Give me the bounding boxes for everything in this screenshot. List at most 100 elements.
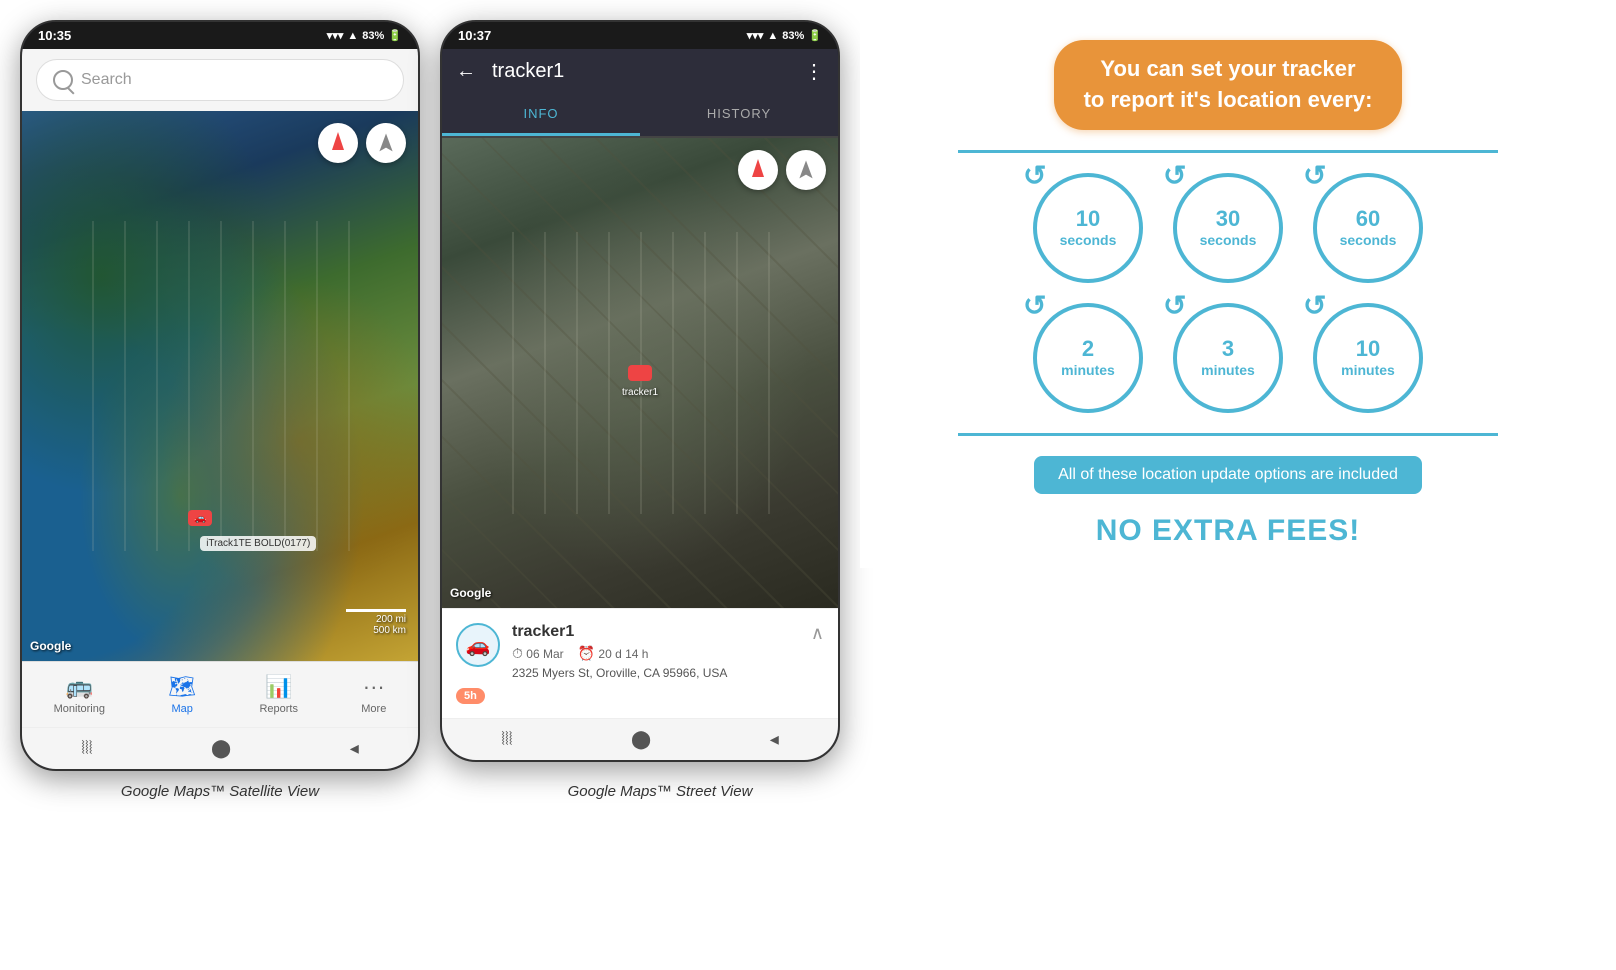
- wifi-icon-2: ▲: [767, 30, 778, 42]
- circle-60s: 60 seconds: [1313, 173, 1423, 283]
- tracker-name: tracker1: [512, 623, 799, 641]
- circle-2m-number: 2: [1082, 336, 1094, 362]
- recent-apps-btn[interactable]: ⦚⦚⦚: [81, 738, 92, 759]
- time-badge: 5h: [456, 688, 485, 704]
- map-overlay: [22, 111, 418, 661]
- wifi-icon: ▲: [347, 30, 358, 42]
- battery-icon: 🔋: [388, 29, 402, 42]
- street-nav-button[interactable]: [786, 150, 826, 190]
- scale-bar: [346, 609, 406, 612]
- home-btn[interactable]: ⬤: [211, 738, 231, 759]
- phone2-time: 10:37: [458, 28, 491, 43]
- back-button[interactable]: ←: [456, 60, 476, 83]
- info-title-line1: You can set your tracker: [1100, 56, 1355, 81]
- street-map[interactable]: tracker1 Google: [442, 138, 838, 608]
- phone1-status-icons: ▾▾▾ ▲ 83% 🔋: [327, 29, 402, 42]
- map-scale: 200 mi 500 km: [346, 609, 406, 636]
- google-watermark-2: Google: [450, 586, 491, 600]
- tracker-label-1: iTrack1TE BOLD(0177): [200, 536, 316, 551]
- monitoring-icon: 🚌: [66, 674, 93, 700]
- tracker1-map-label: tracker1: [622, 387, 658, 398]
- tracker-icon: 🚗: [466, 633, 491, 658]
- phone2-title: tracker1: [492, 60, 788, 83]
- clock-icon: ⏱: [512, 645, 523, 661]
- circle-10s: 10 seconds: [1033, 173, 1143, 283]
- circle-3m-unit: minutes: [1201, 362, 1255, 379]
- phone1-search-input[interactable]: Search: [36, 59, 404, 101]
- scale-200mi: 200 mi: [376, 614, 406, 625]
- reports-label: Reports: [259, 703, 298, 715]
- no-fees-text: NO EXTRA FEES!: [1096, 514, 1361, 548]
- signal-icon-2: ▾▾▾: [747, 29, 764, 42]
- car-marker-1: 🚗: [188, 510, 212, 526]
- phone2-status-icons: ▾▾▾ ▲ 83% 🔋: [747, 29, 822, 42]
- circle-10m: 10 minutes: [1313, 303, 1423, 413]
- google-watermark-1: Google: [30, 639, 71, 653]
- phone1-status-bar: 10:35 ▾▾▾ ▲ 83% 🔋: [22, 22, 418, 49]
- circle-30s: 30 seconds: [1173, 173, 1283, 283]
- compass-button[interactable]: [318, 123, 358, 163]
- phone2-header: ← tracker1 ⋮: [442, 49, 838, 94]
- divider-line-bottom: [958, 433, 1499, 436]
- tracker-meta: ⏱ 06 Mar ⏰ 20 d 14 h: [512, 645, 799, 662]
- reports-icon: 📊: [265, 674, 292, 700]
- map-icon: 🗺: [168, 674, 196, 700]
- caption-phone1: Google Maps™ Satellite View: [20, 783, 420, 800]
- phone1-search-bar: Search: [22, 49, 418, 111]
- circle-2m-unit: minutes: [1061, 362, 1115, 379]
- nav-reports[interactable]: 📊 Reports: [243, 670, 314, 719]
- circles-row-top: 10 seconds 30 seconds 60 seconds: [1033, 173, 1423, 283]
- phone2-mockup: 10:37 ▾▾▾ ▲ 83% 🔋 ← tracker1 ⋮ INFO HIST…: [440, 20, 840, 762]
- recent-apps-btn-2[interactable]: ⦚⦚⦚: [501, 729, 512, 750]
- expand-arrow-icon[interactable]: ∧: [811, 623, 824, 644]
- infographic-panel: You can set your tracker to report it's …: [860, 20, 1596, 568]
- battery-level: 83%: [362, 30, 384, 42]
- navigation-button[interactable]: [366, 123, 406, 163]
- battery-level-2: 83%: [782, 30, 804, 42]
- phone2-gesture-bar: ⦚⦚⦚ ⬤ ◂: [442, 718, 838, 760]
- scale-500km: 500 km: [373, 625, 406, 636]
- phone1-mockup: 10:35 ▾▾▾ ▲ 83% 🔋 Search: [20, 20, 420, 771]
- car-marker-2: [628, 365, 652, 381]
- circle-3m-number: 3: [1222, 336, 1234, 362]
- tracker-info-header: 🚗 tracker1 ⏱ 06 Mar ⏰ 20 d 14 h: [456, 623, 824, 680]
- phone1-bottom-nav: 🚌 Monitoring 🗺 Map 📊 Reports ··· More: [22, 661, 418, 727]
- circle-10m-number: 10: [1356, 336, 1380, 362]
- tracker-address: 2325 Myers St, Oroville, CA 95966, USA: [512, 666, 799, 680]
- phone1-time: 10:35: [38, 28, 71, 43]
- nav-more[interactable]: ··· More: [345, 670, 402, 719]
- circle-60s-unit: seconds: [1340, 232, 1397, 249]
- signal-icon: ▾▾▾: [327, 29, 344, 42]
- tracker-info-panel: 🚗 tracker1 ⏱ 06 Mar ⏰ 20 d 14 h: [442, 608, 838, 718]
- monitoring-label: Monitoring: [54, 703, 105, 715]
- tab-info[interactable]: INFO: [442, 94, 640, 136]
- more-label: More: [361, 703, 386, 715]
- tracker-duration: ⏰ 20 d 14 h: [578, 645, 649, 662]
- satellite-map[interactable]: 🚗 iTrack1TE BOLD(0177) Google 200 mi 500…: [22, 111, 418, 661]
- divider-line-top: [958, 150, 1499, 153]
- home-btn-2[interactable]: ⬤: [631, 729, 651, 750]
- tracker-details: tracker1 ⏱ 06 Mar ⏰ 20 d 14 h 2325 Myers…: [512, 623, 799, 680]
- included-banner: All of these location update options are…: [1034, 456, 1422, 494]
- more-options-button[interactable]: ⋮: [804, 59, 824, 84]
- caption-row: Google Maps™ Satellite View Google Maps™…: [20, 783, 1596, 800]
- more-icon: ···: [363, 674, 385, 700]
- back-btn-2[interactable]: ◂: [770, 729, 779, 750]
- map-label: Map: [172, 703, 193, 715]
- search-icon: [53, 70, 73, 90]
- tab-history[interactable]: HISTORY: [640, 94, 838, 136]
- timer-icon: ⏰: [578, 645, 595, 661]
- nav-monitoring[interactable]: 🚌 Monitoring: [38, 670, 121, 719]
- circle-3m: 3 minutes: [1173, 303, 1283, 413]
- street-compass[interactable]: [738, 150, 778, 190]
- circle-60s-number: 60: [1356, 206, 1380, 232]
- nav-map[interactable]: 🗺 Map: [152, 670, 212, 719]
- back-btn[interactable]: ◂: [350, 738, 359, 759]
- info-title-line2: to report it's location every:: [1084, 87, 1373, 112]
- included-text: All of these location update options are…: [1058, 466, 1398, 483]
- street-compass-arrow-icon: [752, 159, 764, 177]
- circle-10s-number: 10: [1076, 206, 1100, 232]
- battery-icon-2: 🔋: [808, 29, 822, 42]
- compass-arrow-icon: [332, 132, 344, 150]
- circle-2m: 2 minutes: [1033, 303, 1143, 413]
